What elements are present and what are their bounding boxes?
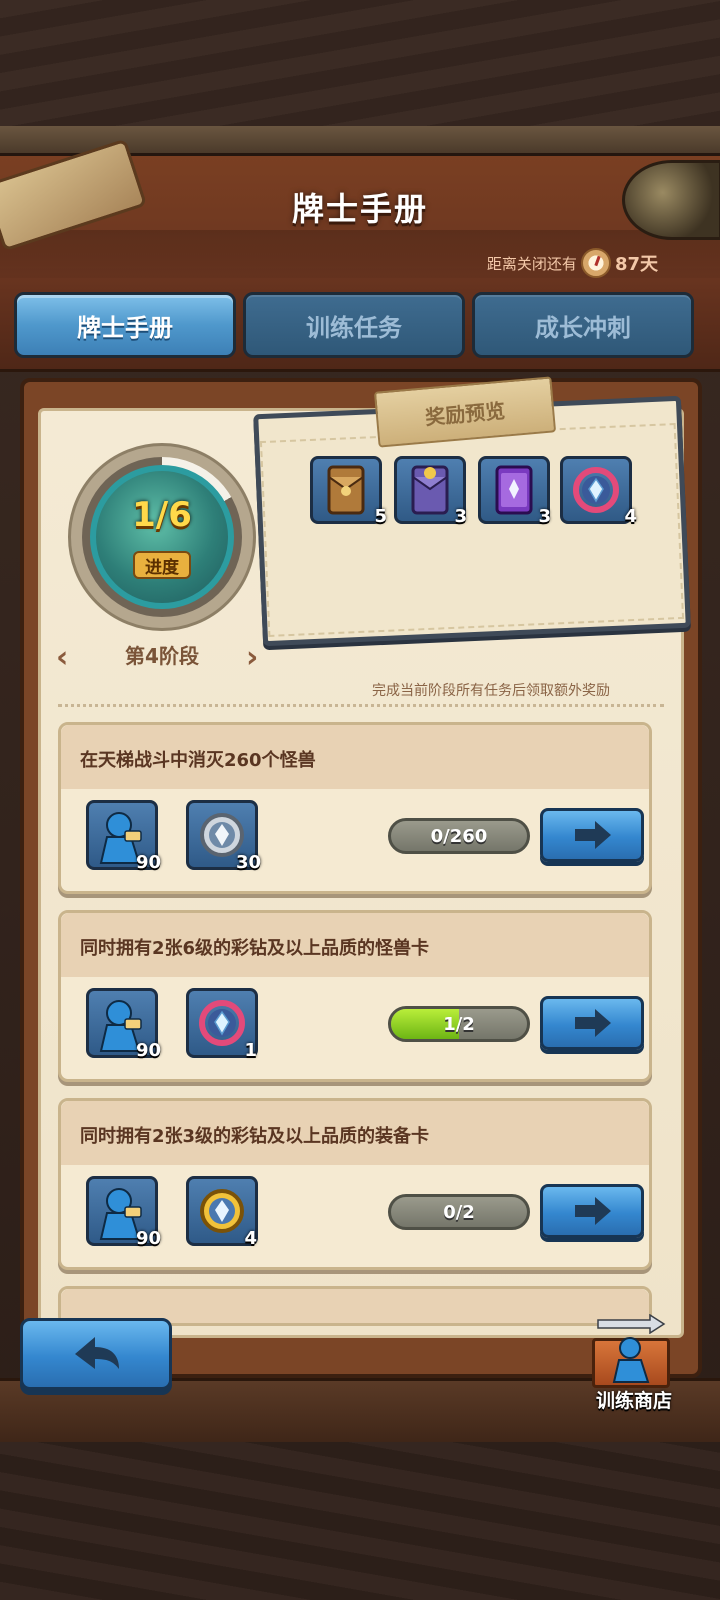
tab-label: 成长冲刺: [535, 313, 631, 342]
countdown: 距离关闭还有 87天: [487, 248, 658, 278]
tab-training-tasks[interactable]: 训练任务: [243, 292, 465, 358]
arrow-right-icon: [575, 1197, 611, 1225]
timer-icon: [580, 248, 611, 278]
back-arrow-icon: [75, 1337, 119, 1369]
reward-hint: 完成当前阶段所有任务后领取额外奖励: [372, 683, 610, 699]
task-reward-count: 90: [135, 1228, 161, 1249]
arrow-sign-icon: [597, 1314, 666, 1334]
progress-fraction: 1/6: [132, 495, 192, 535]
go-task-button[interactable]: [540, 996, 644, 1050]
arrow-right-icon: [575, 821, 611, 849]
task-reward-count: 4: [244, 1228, 257, 1249]
reward-item[interactable]: 5: [310, 456, 387, 527]
task-progress-bar: 0/260: [388, 818, 530, 854]
reward-item[interactable]: 4: [560, 456, 637, 527]
tab-growth-sprint[interactable]: 成长冲刺: [472, 292, 694, 358]
brown-card-pack-icon: [327, 465, 365, 515]
next-stage-icon[interactable]: ›: [246, 640, 258, 675]
task-progress-text: 0/260: [430, 825, 488, 847]
task-title: 在天梯战斗中消灭260个怪兽: [80, 750, 316, 771]
task-reward-slot[interactable]: 90: [86, 988, 161, 1061]
go-task-button[interactable]: [540, 1184, 644, 1238]
task-progress-text: 1/2: [443, 1013, 475, 1035]
progress-ring-core: [90, 465, 234, 609]
page-title: 牌士手册: [291, 190, 428, 228]
task-reward-slot[interactable]: 1: [186, 988, 258, 1061]
countdown-label: 距离关闭还有: [486, 254, 577, 273]
task-reward-slot[interactable]: 90: [86, 800, 161, 873]
back-button[interactable]: [20, 1318, 172, 1390]
task-title: 同时拥有2张3级的彩钻及以上品质的装备卡: [80, 1126, 430, 1147]
progress-label: 进度: [133, 551, 191, 579]
tab-label: 训练任务: [306, 313, 402, 342]
stage-label: 第4阶段: [125, 644, 199, 668]
rainbow-diamond-icon: [573, 467, 619, 513]
divider: [58, 704, 664, 707]
task-reward-count: 90: [135, 1040, 161, 1061]
prev-stage-icon[interactable]: ‹: [56, 640, 68, 675]
arrow-right-icon: [575, 1009, 611, 1037]
reward-count: 3: [538, 506, 551, 527]
trainer-token-icon: [612, 1337, 650, 1383]
reward-item[interactable]: 3: [478, 456, 551, 527]
reward-count: 3: [454, 506, 467, 527]
countdown-value: 87天: [614, 254, 658, 275]
go-task-button[interactable]: [540, 808, 644, 862]
task-progress-bar: 1/2: [388, 1006, 530, 1042]
task-reward-count: 90: [135, 852, 161, 873]
tab-handbook[interactable]: 牌士手册: [14, 292, 236, 358]
reward-count: 5: [374, 506, 387, 527]
task-title: 同时拥有2张6级的彩钻及以上品质的怪兽卡: [80, 938, 430, 959]
training-shop-label: 训练商店: [595, 1390, 672, 1412]
task-reward-slot[interactable]: 90: [86, 1176, 161, 1249]
task-progress-bar: 0/2: [388, 1194, 530, 1230]
task-reward-count: 30: [235, 852, 261, 873]
task-progress-text: 0/2: [443, 1201, 475, 1223]
task-reward-count: 1: [244, 1040, 257, 1061]
task-reward-slot[interactable]: 4: [186, 1176, 258, 1249]
task-reward-slot[interactable]: 30: [186, 800, 261, 873]
reward-item[interactable]: 3: [394, 456, 467, 527]
bottom-background: [0, 1442, 720, 1600]
tab-label: 牌士手册: [77, 313, 173, 342]
reward-count: 4: [624, 506, 637, 527]
